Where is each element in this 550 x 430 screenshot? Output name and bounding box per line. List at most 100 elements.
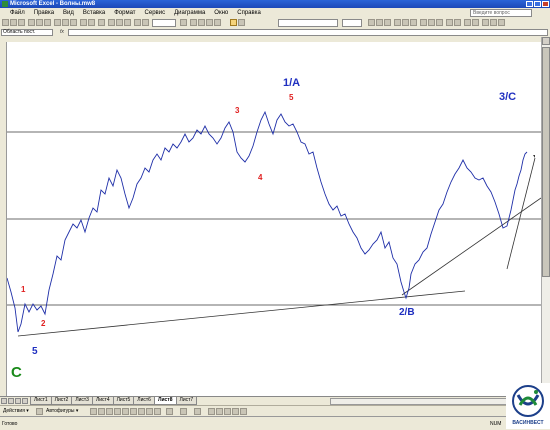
scroll-up-button[interactable]	[542, 37, 550, 45]
preview-icon[interactable]	[36, 19, 43, 26]
sort-asc-icon[interactable]	[116, 19, 123, 26]
bold-icon[interactable]	[368, 19, 375, 26]
scroll-thumb[interactable]	[542, 47, 550, 277]
new-icon[interactable]	[2, 19, 9, 26]
line-style-icon[interactable]	[208, 408, 215, 415]
help-question-input[interactable]: Введите вопрос	[470, 9, 532, 17]
line-tool-icon[interactable]	[90, 408, 97, 415]
name-box[interactable]: Область пост.	[1, 29, 53, 36]
by-columns-icon[interactable]	[238, 19, 245, 26]
drawing-icon[interactable]	[142, 19, 149, 26]
comma-icon[interactable]	[436, 19, 443, 26]
vertical-scrollbar[interactable]	[541, 37, 550, 396]
sheet-tab-2[interactable]: Лист2	[50, 397, 73, 405]
fill-color-draw-icon[interactable]	[166, 408, 173, 415]
currency-icon[interactable]	[420, 19, 427, 26]
menu-tools[interactable]: Сервис	[145, 8, 166, 18]
sheet-tab-5[interactable]: Лист5	[112, 397, 135, 405]
redo-icon[interactable]	[88, 19, 95, 26]
actions-menu[interactable]: Действия ▾	[3, 408, 29, 415]
formula-input[interactable]	[68, 29, 548, 36]
increase-indent-icon[interactable]	[472, 19, 479, 26]
percent-icon[interactable]	[428, 19, 435, 26]
legend-icon[interactable]	[206, 19, 213, 26]
close-button[interactable]	[542, 1, 549, 7]
sheet-tab-6[interactable]: Лист6	[133, 397, 155, 405]
wave-label-3-minor: 3	[235, 106, 240, 115]
arrow-tool-icon[interactable]	[98, 408, 105, 415]
menu-edit[interactable]: Правка	[34, 8, 54, 18]
oval-tool-icon[interactable]	[114, 408, 121, 415]
chart-type-icon[interactable]	[198, 19, 205, 26]
sheet-tab-3[interactable]: Лист3	[71, 397, 93, 405]
textbox-tool-icon[interactable]	[122, 408, 129, 415]
hyperlink-icon[interactable]	[98, 19, 105, 26]
align-center-icon[interactable]	[402, 19, 409, 26]
align-right-icon[interactable]	[410, 19, 417, 26]
align-left-icon[interactable]	[394, 19, 401, 26]
maximize-button[interactable]	[534, 1, 541, 7]
data-table-icon[interactable]	[214, 19, 221, 26]
zoom-select[interactable]	[152, 19, 176, 27]
status-ready: Готово	[2, 421, 18, 427]
cut-icon[interactable]	[54, 19, 61, 26]
underline-icon[interactable]	[384, 19, 391, 26]
sort-desc-icon[interactable]	[124, 19, 131, 26]
vasinvest-logo-icon	[512, 385, 544, 417]
sheet-tab-8-active[interactable]: Лист8	[153, 397, 177, 405]
arrow-style-icon[interactable]	[224, 408, 231, 415]
trendline-channel	[401, 197, 541, 296]
decrease-decimal-icon[interactable]	[454, 19, 461, 26]
increase-decimal-icon[interactable]	[446, 19, 453, 26]
by-rows-icon[interactable]	[230, 19, 237, 26]
prev-sheet-icon[interactable]	[8, 398, 14, 404]
menu-window[interactable]: Окно	[214, 8, 228, 18]
font-color-draw-icon[interactable]	[194, 408, 201, 415]
dash-style-icon[interactable]	[216, 408, 223, 415]
open-icon[interactable]	[10, 19, 17, 26]
fill-color-icon[interactable]	[490, 19, 497, 26]
menu-insert[interactable]: Вставка	[83, 8, 105, 18]
picture-icon[interactable]	[154, 408, 161, 415]
help-icon[interactable]	[180, 19, 187, 26]
first-sheet-icon[interactable]	[1, 398, 7, 404]
row-headers	[0, 42, 7, 396]
status-bar: Готово NUM	[0, 416, 550, 430]
font-name-select[interactable]	[278, 19, 338, 27]
borders-icon[interactable]	[482, 19, 489, 26]
sheet-tab-7[interactable]: Лист7	[175, 397, 198, 405]
rectangle-tool-icon[interactable]	[106, 408, 113, 415]
clipart-icon[interactable]	[146, 408, 153, 415]
autosum-icon[interactable]	[108, 19, 115, 26]
menu-help[interactable]: Справка	[237, 8, 261, 18]
italic-icon[interactable]	[376, 19, 383, 26]
line-color-icon[interactable]	[180, 408, 187, 415]
last-sheet-icon[interactable]	[22, 398, 28, 404]
menu-view[interactable]: Вид	[63, 8, 74, 18]
autoshapes-menu[interactable]: Автофигуры ▾	[46, 408, 78, 415]
font-size-select[interactable]	[342, 19, 362, 27]
sheet-tab-1[interactable]: Лист1	[30, 397, 52, 405]
menu-file[interactable]: Файл	[10, 8, 25, 18]
chart-object-icon[interactable]	[190, 19, 197, 26]
wordart-icon[interactable]	[130, 408, 137, 415]
diagram-icon[interactable]	[138, 408, 145, 415]
copy-icon[interactable]	[62, 19, 69, 26]
menu-chart[interactable]: Диаграмма	[174, 8, 205, 18]
decrease-indent-icon[interactable]	[464, 19, 471, 26]
font-color-icon[interactable]	[498, 19, 505, 26]
print-icon[interactable]	[28, 19, 35, 26]
3d-style-icon[interactable]	[240, 408, 247, 415]
paste-icon[interactable]	[70, 19, 77, 26]
chart-wizard-icon[interactable]	[134, 19, 141, 26]
shadow-style-icon[interactable]	[232, 408, 239, 415]
undo-icon[interactable]	[80, 19, 87, 26]
fx-icon[interactable]: fx	[60, 29, 64, 36]
next-sheet-icon[interactable]	[15, 398, 21, 404]
sheet-tab-4[interactable]: Лист4	[91, 397, 114, 405]
select-objects-icon[interactable]	[36, 408, 43, 415]
save-icon[interactable]	[18, 19, 25, 26]
minimize-button[interactable]	[526, 1, 533, 7]
menu-format[interactable]: Формат	[114, 8, 135, 18]
spelling-icon[interactable]	[44, 19, 51, 26]
